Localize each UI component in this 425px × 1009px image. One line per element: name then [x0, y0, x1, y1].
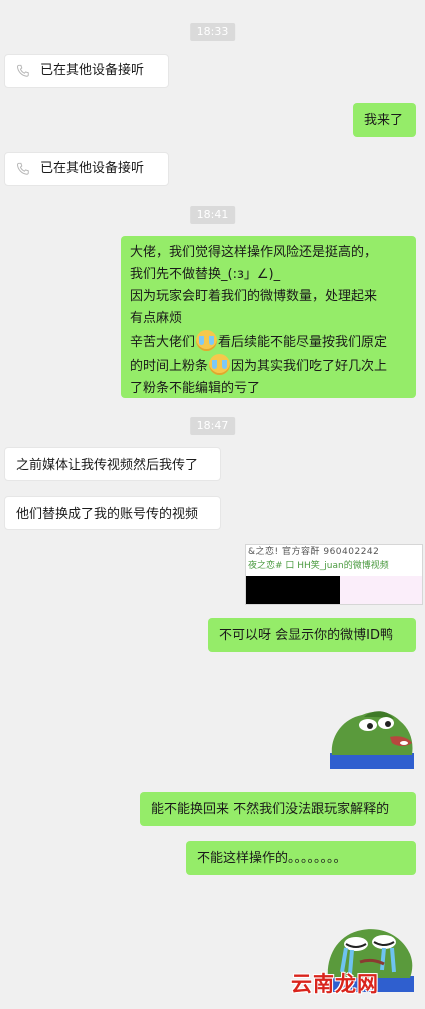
message-line: 辛苦大佬们 [130, 335, 196, 350]
pepe-frog-sticker[interactable] [328, 707, 416, 769]
phone-icon [17, 162, 29, 175]
call-notice-text: 已在其他设备接听 [40, 63, 145, 78]
message-bubble-self[interactable]: 不能这样操作的。。。。。。。。 [186, 841, 416, 875]
message-bubble-self[interactable]: 我来了 [353, 103, 416, 137]
screenshot-text: &之恋! 官方容酐 960402242 [248, 547, 380, 557]
message-bubble-self[interactable]: 能不能换回来 不然我们没法跟玩家解释的 [140, 792, 416, 826]
call-notice-text: 已在其他设备接听 [40, 161, 145, 176]
redacted-block [246, 576, 340, 604]
screenshot-text: 夜之恋# 口 HH笑_juan的微博视频 [248, 561, 389, 571]
message-text: 我来了 [364, 113, 404, 128]
timestamp: 18:47 [189, 417, 236, 435]
timestamp: 18:41 [189, 206, 236, 224]
message-line: 有点麻烦 [130, 311, 183, 326]
watermark: 云南龙网 [291, 972, 379, 996]
screenshot-image[interactable]: &之恋! 官方容酐 960402242 夜之恋# 口 HH笑_juan的微博视频 [245, 544, 423, 605]
message-text: 之前媒体让我传视频然后我传了 [16, 458, 199, 473]
message-line: 的时间上粉条 [130, 359, 209, 374]
timestamp: 18:33 [189, 23, 236, 41]
message-line: 因为玩家会盯着我们的微博数量，处理起来 [130, 289, 378, 304]
message-line: 大佬，我们觉得这样操作风险还是挺高的， [130, 245, 378, 260]
phone-icon [17, 64, 29, 77]
message-text: 能不能换回来 不然我们没法跟玩家解释的 [151, 802, 390, 817]
image-area [340, 576, 422, 604]
message-line: 了粉条不能编辑的亏了 [130, 381, 261, 396]
message-bubble-self[interactable]: 不可以呀 会显示你的微博ID鸭 [208, 618, 416, 652]
message-text: 不可以呀 会显示你的微博ID鸭 [219, 628, 393, 643]
message-bubble-other[interactable]: 之前媒体让我传视频然后我传了 [4, 447, 221, 481]
message-text: 他们替换成了我的账号传的视频 [16, 507, 199, 522]
message-line: 我们先不做替换_(:з」∠)_ [130, 267, 281, 282]
message-line: 看后续能不能尽量按我们原定 [218, 335, 388, 350]
call-notice-bubble[interactable]: 已在其他设备接听 [4, 54, 169, 88]
crying-face-icon [209, 354, 231, 375]
call-notice-bubble[interactable]: 已在其他设备接听 [4, 152, 169, 186]
message-bubble-other[interactable]: 他们替换成了我的账号传的视频 [4, 496, 221, 530]
message-text: 不能这样操作的。。。。。。。。 [197, 851, 347, 866]
crying-face-icon [196, 330, 218, 351]
message-line: 因为其实我们吃了好几次上 [231, 359, 388, 374]
message-bubble-self-long[interactable]: 大佬，我们觉得这样操作风险还是挺高的， 我们先不做替换_(:з」∠)_ 因为玩家… [121, 236, 416, 398]
